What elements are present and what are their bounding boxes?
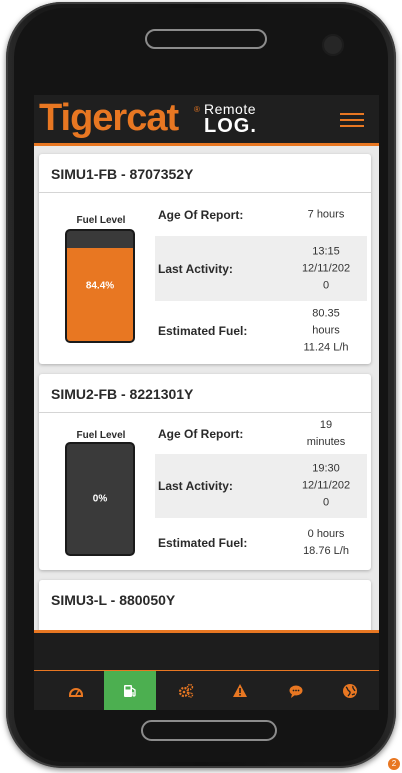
hamburger-menu-icon[interactable] <box>340 112 364 128</box>
phone-home-button[interactable] <box>141 720 277 741</box>
chat-icon <box>289 685 303 698</box>
app-screen: Tigercat ® Remote LOG. SIMU1-FB - 870735… <box>34 95 379 710</box>
machine-title: SIMU3-L - 880050Y <box>51 592 176 608</box>
fuel-gauge: 84.4% <box>65 229 135 343</box>
registered-mark: ® <box>194 105 200 114</box>
nav-dashboard[interactable] <box>50 671 102 710</box>
front-camera <box>322 34 344 56</box>
fuel-pump-icon <box>124 685 136 697</box>
info-value: 0 hours 18.76 L/h <box>303 528 349 557</box>
globe-icon <box>343 684 357 698</box>
info-label: Last Activity: <box>158 479 233 493</box>
machine-title: SIMU1-FB - 8707352Y <box>51 166 194 182</box>
info-value: 7 hours <box>307 208 345 221</box>
bottom-nav <box>34 670 379 710</box>
fuel-level-value: 0% <box>92 493 108 505</box>
info-value: 19:30 12/11/202 0 <box>301 462 351 509</box>
machine-title: SIMU2-FB - 8221301Y <box>51 386 194 402</box>
info-label: Estimated Fuel: <box>158 536 248 550</box>
fuel-gauge-fill <box>67 248 133 341</box>
dashboard-gauge-icon <box>69 688 83 697</box>
info-label: Age Of Report: <box>158 208 244 222</box>
machine-list[interactable]: SIMU1-FB - 8707352Y Fuel Level 84.4% Age… <box>34 146 379 630</box>
remote-log-logo-bottom: LOG. <box>204 115 257 137</box>
info-row-age: Age Of Report: 7 hours <box>155 194 367 236</box>
phone-speaker <box>145 29 267 49</box>
nav-fuel[interactable] <box>104 671 156 710</box>
info-row-activity: Last Activity: 13:15 12/11/202 0 <box>155 236 367 301</box>
nav-messages[interactable] <box>270 671 322 710</box>
warning-icon <box>233 684 247 697</box>
tigercat-logo: Tigercat <box>39 97 179 139</box>
gears-icon <box>178 683 194 698</box>
fuel-level-value: 84.4% <box>85 280 115 292</box>
info-label: Estimated Fuel: <box>158 324 248 338</box>
fuel-gauge: 0% <box>65 442 135 556</box>
machine-card[interactable]: SIMU2-FB - 8221301Y Fuel Level 0% Age Of… <box>39 374 371 570</box>
machine-card[interactable]: SIMU1-FB - 8707352Y Fuel Level 84.4% Age… <box>39 154 371 364</box>
content-divider <box>34 630 379 633</box>
info-row-activity: Last Activity: 19:30 12/11/202 0 <box>155 454 367 518</box>
machine-card[interactable]: SIMU3-L - 880050Y <box>39 580 371 630</box>
info-value: 19 minutes <box>306 419 346 448</box>
info-row-fuel: Estimated Fuel: 80.35 hours 11.24 L/h <box>155 301 367 361</box>
info-label: Last Activity: <box>158 261 233 276</box>
info-row-age: Age Of Report: 19 minutes <box>155 414 367 454</box>
info-value: 80.35 hours 11.24 L/h <box>303 307 349 354</box>
nav-machines[interactable] <box>160 671 212 710</box>
info-row-fuel: Estimated Fuel: 0 hours 18.76 L/h <box>155 518 367 568</box>
card-divider <box>39 412 371 413</box>
nav-map[interactable] <box>324 671 376 710</box>
fuel-level-label: Fuel Level <box>76 215 126 226</box>
info-value: 13:15 12/11/202 0 <box>301 245 351 291</box>
app-header: Tigercat ® Remote LOG. <box>34 95 379 146</box>
nav-alerts[interactable] <box>214 671 266 710</box>
card-divider <box>39 192 371 193</box>
info-label: Age Of Report: <box>158 427 244 441</box>
notification-badge[interactable]: 2 <box>388 758 400 770</box>
fuel-level-label: Fuel Level <box>76 430 126 441</box>
